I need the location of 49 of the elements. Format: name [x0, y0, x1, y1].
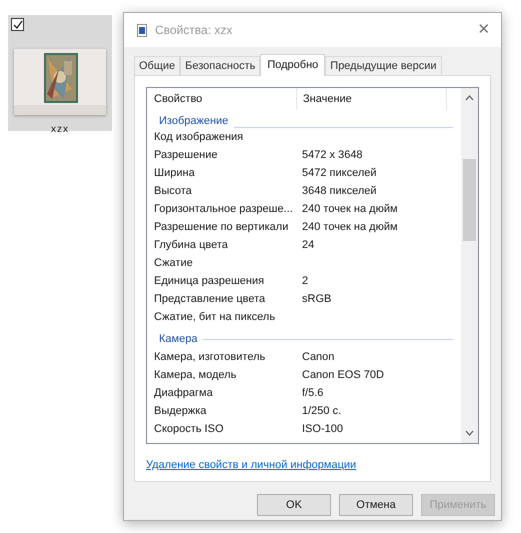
scrollbar[interactable]: [461, 88, 478, 443]
dialog-button[interactable]: Отмена: [339, 494, 413, 516]
property-value: 5472 пикселей: [301, 166, 376, 181]
property-name: Диафрагма: [153, 386, 214, 401]
column-header[interactable]: Свойство: [147, 88, 297, 110]
property-name: Ширина: [153, 166, 196, 181]
column-header[interactable]: Значение: [297, 88, 447, 110]
property-name: Скорость ISO: [153, 422, 225, 437]
property-name: Глубина цвета: [153, 238, 229, 253]
property-value: 24: [301, 238, 314, 253]
property-value: sRGB: [301, 292, 332, 307]
property-value: 3648 пикселей: [301, 184, 376, 199]
tab[interactable]: Подробно: [260, 54, 326, 76]
dialog-button[interactable]: OK: [257, 494, 331, 516]
scroll-thumb[interactable]: [463, 159, 476, 241]
property-value: 1/250 с.: [301, 404, 342, 419]
file-tile[interactable]: xzx: [8, 15, 112, 131]
property-value: ISO-100: [301, 422, 343, 437]
property-value: 240 точек на дюйм: [301, 202, 398, 217]
property-name: Камера, изготовитель: [153, 350, 266, 365]
property-value: Canon: [301, 350, 334, 365]
property-value: f/5.6: [301, 386, 324, 401]
property-name: Сжатие, бит на пиксель: [153, 310, 276, 325]
tab[interactable]: Общие: [134, 56, 180, 75]
scroll-up-icon[interactable]: [465, 95, 474, 101]
property-name: Высота: [153, 184, 193, 199]
property-name: Сжатие: [153, 256, 194, 271]
group-header: Изображение: [159, 115, 228, 128]
window-title: Свойства: xzx: [155, 22, 232, 39]
checkbox[interactable]: [11, 18, 24, 31]
property-name: Разрешение: [153, 148, 219, 163]
property-name: Код изображения: [153, 130, 244, 145]
property-value: Canon EOS 70D: [301, 368, 384, 383]
property-value: 2: [301, 274, 308, 289]
tab[interactable]: Безопасность: [180, 56, 260, 75]
property-value: 5472 x 3648: [301, 148, 363, 163]
image-file-icon: [137, 24, 147, 36]
group-header: Камера: [159, 332, 198, 346]
property-name: Камера, модель: [153, 368, 238, 383]
property-name: Выдержка: [153, 404, 208, 419]
property-name: Разрешение по вертикали: [153, 220, 290, 235]
remove-properties-link[interactable]: Удаление свойств и личной информации: [146, 457, 356, 474]
scroll-down-icon[interactable]: [465, 430, 474, 436]
property-name: Единица разрешения: [153, 274, 266, 289]
property-name: Горизонтальное разреше...: [153, 202, 294, 217]
property-name: Представление цвета: [153, 292, 266, 307]
tab[interactable]: Предыдущие версии: [325, 56, 442, 75]
property-value: 240 точек на дюйм: [301, 220, 398, 235]
close-button[interactable]: ✕: [467, 13, 501, 47]
